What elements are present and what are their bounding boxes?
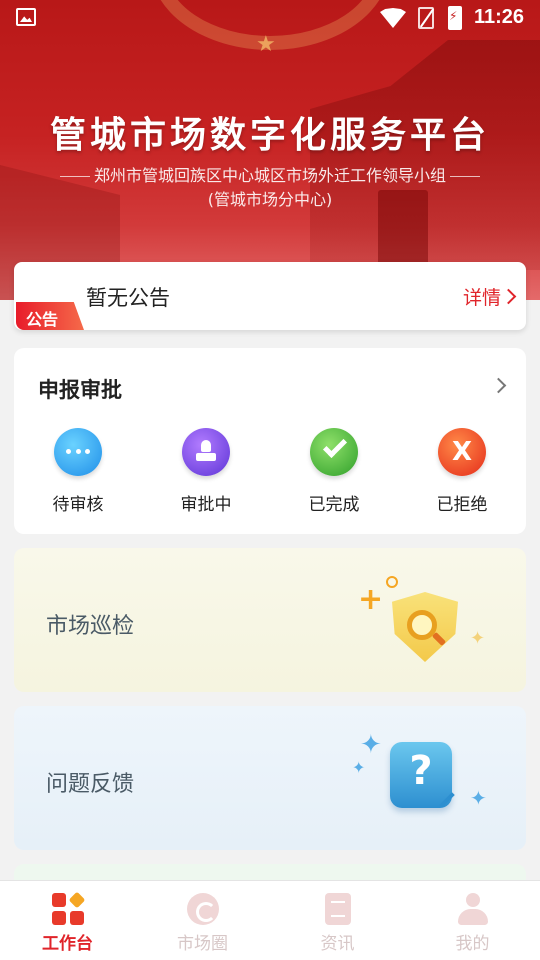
approval-item-pending[interactable]: 待审核 [14,428,142,515]
market-patrol-card[interactable]: 市场巡检 + ✦ [14,548,526,692]
tab-news[interactable]: 资讯 [270,881,405,960]
notice-detail-link[interactable]: 详情 [462,283,517,310]
approval-item-label: 已完成 [308,495,360,515]
page-title: 管城市场数字化服务平台 [49,114,490,156]
sparkle-icon: ✦ [360,730,382,760]
tab-me[interactable]: 我的 [405,881,540,960]
approval-item-label: 审批中 [180,495,232,515]
divider [450,176,480,177]
battery-charging-icon [448,6,462,30]
sparkle-icon: ✦ [470,786,487,810]
gallery-icon [16,8,36,26]
chevron-right-icon [500,288,517,305]
tab-label: 我的 [455,934,490,954]
bottom-nav: 工作台 市场圈 资讯 我的 [0,880,540,960]
approval-items: 待审核 审批中 已完成 X 已拒绝 [14,428,526,515]
approval-item-label: 待审核 [52,495,104,515]
approval-item-in-review[interactable]: 审批中 [142,428,270,515]
page-subtitle-2: (管城市场分中心) [207,190,333,209]
tab-label: 工作台 [42,934,93,954]
workbench-icon [51,891,85,925]
page-subtitle: 郑州市管城回族区中心城区市场外迁工作领导小组 [0,162,540,186]
issue-feedback-label: 问题反馈 [46,772,135,797]
status-time: 11:26 [474,6,525,28]
divider [59,176,90,177]
notice-text: 暂无公告 [86,286,170,310]
question-icon: ? [390,742,452,808]
news-icon [324,893,351,925]
market-circle-icon [186,893,219,925]
approval-item-completed[interactable]: 已完成 [270,428,398,515]
approval-card: 申报审批 待审核 审批中 已完成 X 已拒绝 [14,348,526,534]
notice-detail-label: 详情 [462,287,501,309]
tab-label: 资讯 [320,934,355,954]
notice-card[interactable]: 公告 暂无公告 详情 [14,262,526,330]
ring-decoration-icon [386,576,398,588]
sparkle-icon: ✦ [470,628,486,649]
issue-feedback-card[interactable]: 问题反馈 ✦ ✦ ? ✦ [14,706,526,850]
plus-decoration-icon: + [358,582,384,617]
tab-market-circle[interactable]: 市场圈 [135,881,270,960]
x-mark: X [451,437,473,467]
subtitle-text: 郑州市管城回族区中心城区市场外迁工作领导小组 [93,166,446,185]
tab-workbench[interactable]: 工作台 [0,881,135,960]
approval-title: 申报审批 [38,378,122,402]
profile-icon [457,893,489,925]
approval-item-label: 已拒绝 [436,495,488,515]
wifi-icon [380,8,406,28]
check-icon [310,428,358,476]
approval-more-chevron-icon[interactable] [490,377,507,394]
pending-icon [54,428,102,476]
market-patrol-label: 市场巡检 [46,614,135,639]
sparkle-icon: ✦ [352,758,366,777]
approval-item-rejected[interactable]: X 已拒绝 [398,428,526,515]
no-sim-icon [418,7,434,29]
notice-badge: 公告 [16,302,84,330]
tab-label: 市场圈 [177,934,228,954]
status-bar: 11:26 [0,0,540,36]
x-icon: X [438,428,486,476]
stamp-icon [182,428,230,476]
